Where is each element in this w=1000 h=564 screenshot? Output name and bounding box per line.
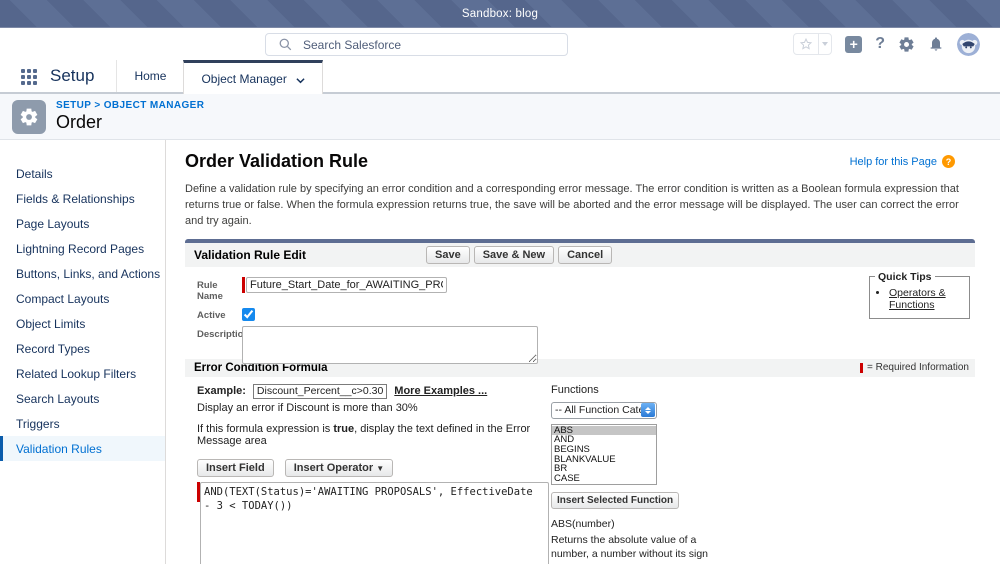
rule-name-label: Rule Name [197,277,242,302]
insert-field-button[interactable]: Insert Field [197,459,274,477]
formula-body: Example: Discount_Percent__c>0.30 More E… [185,377,975,564]
help-icon[interactable]: ? [875,35,885,53]
functions-panel: Functions -- All Function Categori ABS A… [551,384,721,564]
sidebar-item-fields-relationships[interactable]: Fields & Relationships [0,186,165,211]
content: Details Fields & Relationships Page Layo… [0,140,1000,564]
active-checkbox[interactable] [242,308,255,321]
function-description: Returns the absolute value of a number, … [551,534,713,560]
setup-navbar: Setup Home Object Manager [0,60,1000,94]
sidebar-item-details[interactable]: Details [0,161,165,186]
formula-left-column: Example: Discount_Percent__c>0.30 More E… [197,384,549,564]
main-panel: Order Validation Rule Help for this Page… [166,140,1000,564]
validation-rule-edit-header: Validation Rule Edit Save Save & New Can… [185,243,975,267]
object-title: Order [56,112,204,133]
breadcrumb-panel: SETUP > OBJECT MANAGER Order [0,94,1000,140]
required-indicator [860,363,863,373]
sidebar-item-buttons-links-actions[interactable]: Buttons, Links, and Actions [0,261,165,286]
example-formula: Discount_Percent__c>0.30 [253,384,387,399]
tab-home[interactable]: Home [116,60,183,92]
search-input[interactable] [303,38,567,52]
functions-label: Functions [551,384,721,396]
favorites-caret[interactable] [818,34,831,54]
notifications-bell-icon[interactable] [928,36,944,52]
sidebar-item-object-limits[interactable]: Object Limits [0,311,165,336]
sidebar-item-triggers[interactable]: Triggers [0,411,165,436]
functions-listbox: ABS AND BEGINS BLANKVALUE BR CASE [551,424,657,486]
cancel-button[interactable]: Cancel [558,246,612,264]
insert-selected-function-button[interactable]: Insert Selected Function [551,492,679,509]
select-stepper-icon [641,403,655,417]
validation-rule-block: Validation Rule Edit Save Save & New Can… [185,239,975,564]
search-icon [279,38,292,51]
example-caption: Display an error if Discount is more tha… [197,402,549,414]
function-category-select[interactable]: -- All Function Categori [551,402,657,419]
more-examples-link[interactable]: More Examples ... [394,385,487,397]
save-and-new-button[interactable]: Save & New [474,246,554,264]
sandbox-banner-text: Sandbox: blog [462,8,538,20]
help-question-icon[interactable]: ? [942,155,955,168]
insert-operator-button[interactable]: Insert Operator ▼ [285,459,393,477]
global-search[interactable] [265,33,568,56]
sidebar-item-record-types[interactable]: Record Types [0,336,165,361]
active-label: Active [197,307,242,321]
chevron-down-icon [296,74,305,83]
required-indicator [242,277,245,293]
help-for-page: Help for this Page ? [850,155,955,168]
header-icons: + ? [793,32,980,56]
favorites-button[interactable] [793,33,832,55]
object-gear-icon [12,100,46,134]
example-label: Example: [197,385,246,397]
app-launcher-icon[interactable] [21,69,37,85]
formula-textarea[interactable]: AND(TEXT(Status)='AWAITING PROPOSALS', E… [200,482,549,564]
help-for-page-link[interactable]: Help for this Page [850,156,937,168]
description-label: Description [197,326,242,340]
sidebar-item-page-layouts[interactable]: Page Layouts [0,211,165,236]
quick-create-icon[interactable]: + [845,36,862,53]
sidebar-item-validation-rules[interactable]: Validation Rules [0,436,165,461]
setup-gear-icon[interactable] [898,36,915,53]
required-information-legend: = Required Information [860,362,969,373]
quick-tips-box: Quick Tips Operators & Functions [869,271,970,319]
nav-tabs: Home Object Manager [116,60,322,92]
quick-tips-title: Quick Tips [875,271,935,283]
function-option-blankvalue[interactable]: BLANKVALUE [552,455,656,465]
rule-edit-form: Rule Name Active Description Quick Tips [185,267,975,359]
star-icon [794,37,818,51]
function-category-value: -- All Function Categori [555,404,641,416]
global-header: + ? [0,28,1000,60]
object-sidebar: Details Fields & Relationships Page Layo… [0,140,166,564]
save-button[interactable]: Save [426,246,470,264]
dropdown-arrow-icon: ▼ [376,464,384,473]
description-textarea[interactable] [242,326,538,364]
user-avatar[interactable] [957,33,980,56]
section-title: Validation Rule Edit [194,248,426,262]
app-name: Setup [50,66,94,92]
rule-name-input[interactable] [246,277,447,293]
sidebar-item-lightning-record-pages[interactable]: Lightning Record Pages [0,236,165,261]
breadcrumb[interactable]: SETUP > OBJECT MANAGER [56,100,204,111]
sandbox-banner: Sandbox: blog [0,0,1000,28]
tab-object-manager[interactable]: Object Manager [183,60,322,94]
sidebar-item-compact-layouts[interactable]: Compact Layouts [0,286,165,311]
function-signature: ABS(number) [551,518,721,530]
sidebar-item-search-layouts[interactable]: Search Layouts [0,386,165,411]
operators-functions-link[interactable]: Operators & Functions [889,287,946,311]
sidebar-item-related-lookup-filters[interactable]: Related Lookup Filters [0,361,165,386]
function-option-case[interactable]: CASE [552,474,656,484]
page-description: Define a validation rule by specifying a… [185,182,975,230]
formula-hint: If this formula expression is true, disp… [197,423,549,447]
quick-tips-item: Operators & Functions [889,287,964,311]
